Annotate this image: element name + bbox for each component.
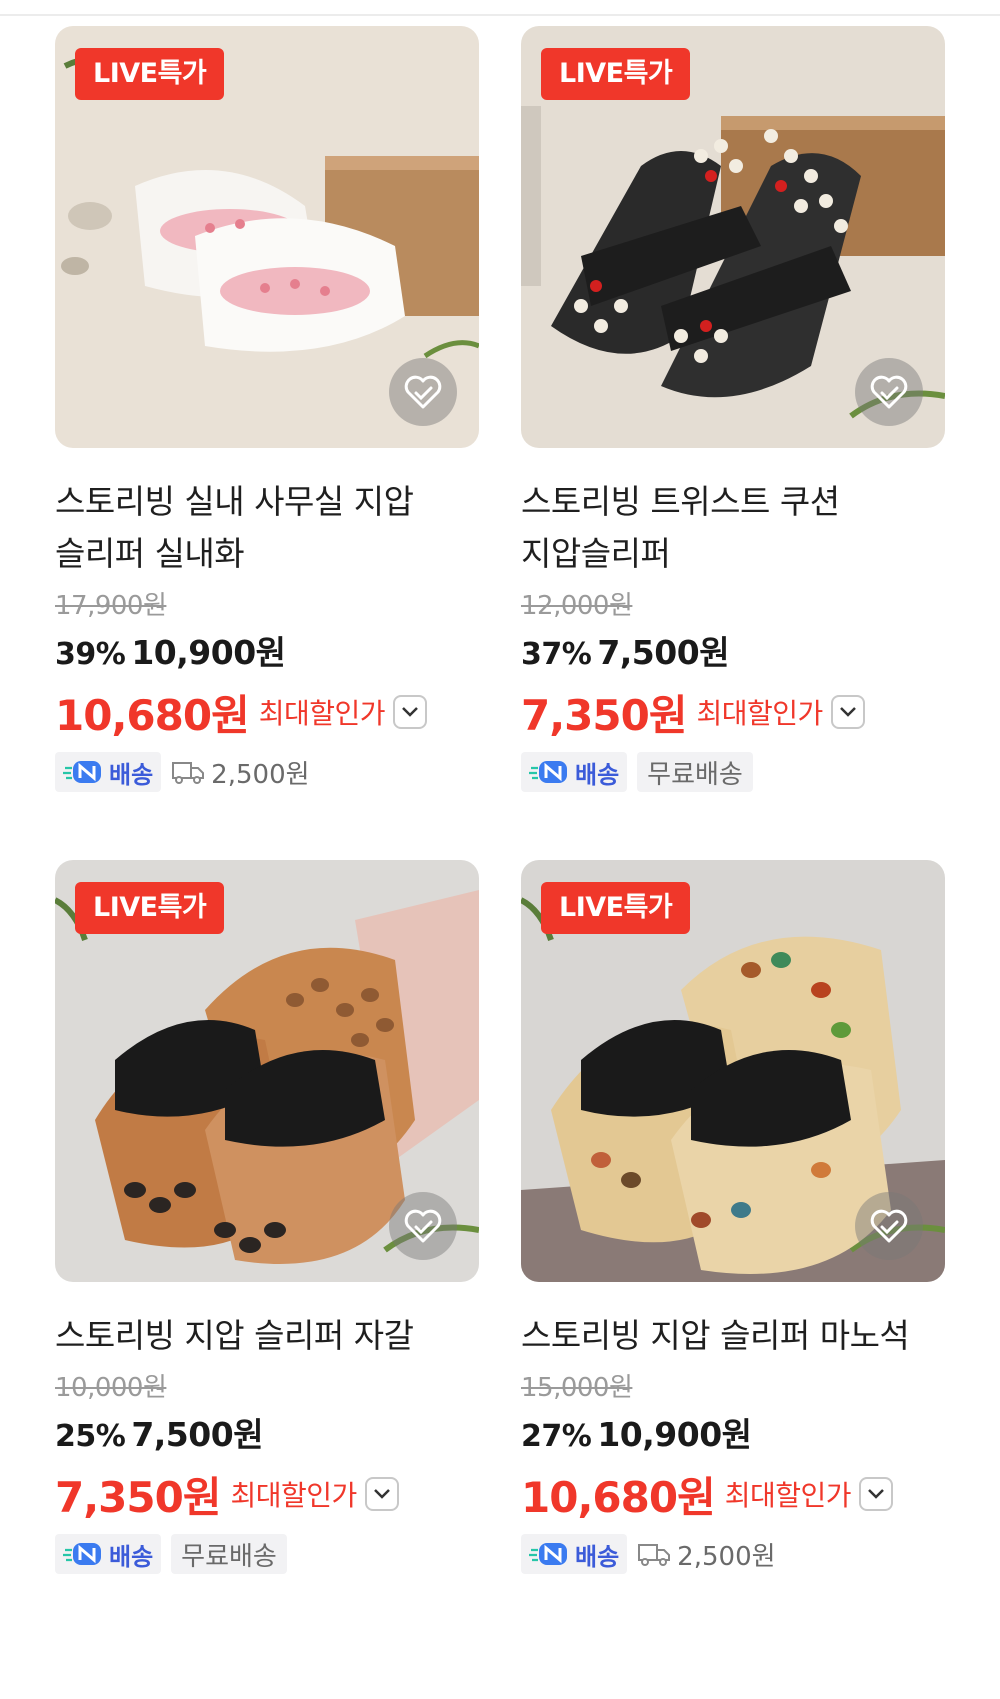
shipping-line: 배송 2,500원	[521, 1534, 945, 1574]
shipping-fee: 무료배송	[637, 752, 753, 792]
chevron-down-icon	[868, 1489, 884, 1499]
max-discount-toggle[interactable]	[859, 1477, 894, 1511]
sale-price-line: 37% 7,500원	[521, 630, 945, 678]
max-discount-label: 최대할인가	[724, 1479, 852, 1512]
product-grid: LIVE특가 스토리빙 실내 사무실 지압 슬리퍼 실내화 17,900원 39…	[55, 26, 945, 1574]
heart-check-icon	[404, 1209, 442, 1243]
product-title[interactable]: 스토리빙 지압 슬리퍼 마노석	[521, 1310, 945, 1362]
n-delivery-icon	[529, 761, 567, 783]
discount-rate: 27%	[521, 1419, 592, 1454]
product-card[interactable]: LIVE특가 스토리빙 지압 슬리퍼 마노석 15,000원 27% 10,900…	[521, 860, 945, 1574]
heart-check-icon	[870, 1209, 908, 1243]
product-image[interactable]: LIVE특가	[55, 860, 479, 1282]
n-delivery-label: 배송	[575, 760, 620, 789]
product-card[interactable]: LIVE특가 스토리빙 지압 슬리퍼 자갈 10,000원 25% 7,500원 …	[55, 860, 479, 1574]
n-delivery-label: 배송	[109, 760, 154, 789]
shipping-fee-value: 2,500원	[677, 1541, 776, 1572]
n-delivery-label: 배송	[575, 1542, 620, 1571]
n-delivery-badge: 배송	[521, 752, 628, 792]
max-discount-label: 최대할인가	[230, 1479, 358, 1512]
n-delivery-label: 배송	[109, 1542, 154, 1571]
live-deal-badge: LIVE특가	[541, 882, 691, 934]
n-delivery-badge: 배송	[55, 1534, 162, 1574]
product-image[interactable]: LIVE특가	[521, 26, 945, 448]
n-delivery-icon	[529, 1543, 567, 1565]
product-card[interactable]: LIVE특가 스토리빙 실내 사무실 지압 슬리퍼 실내화 17,900원 39…	[55, 26, 479, 792]
n-delivery-badge: 배송	[521, 1534, 628, 1574]
max-discount-price: 7,350원	[55, 1472, 221, 1522]
zzim-button[interactable]	[389, 1192, 457, 1260]
max-discount-label: 최대할인가	[696, 697, 824, 730]
discount-rate: 37%	[521, 637, 592, 672]
max-discount-line: 7,350원 최대할인가	[55, 1466, 479, 1522]
original-price: 12,000원	[521, 591, 633, 621]
max-discount-toggle[interactable]	[364, 1477, 399, 1511]
sale-price-line: 25% 7,500원	[55, 1412, 479, 1460]
shipping-line: 배송 무료배송	[55, 1534, 479, 1574]
live-deal-badge: LIVE특가	[75, 882, 225, 934]
sale-price: 7,500원	[597, 633, 730, 672]
shipping-fee: 2,500원	[637, 1534, 776, 1574]
max-discount-line: 10,680원 최대할인가	[55, 684, 479, 740]
product-card[interactable]: LIVE특가 스토리빙 트위스트 쿠션 지압슬리퍼 12,000원 37% 7,5…	[521, 26, 945, 792]
original-price: 17,900원	[55, 591, 167, 621]
zzim-button[interactable]	[389, 358, 457, 426]
shipping-fee: 2,500원	[171, 752, 310, 792]
max-discount-price: 10,680원	[55, 690, 250, 740]
max-discount-toggle[interactable]	[830, 695, 865, 729]
n-delivery-icon	[63, 1543, 101, 1565]
original-price: 10,000원	[55, 1373, 167, 1403]
shipping-fee-value: 2,500원	[211, 759, 310, 790]
max-discount-price: 7,350원	[521, 690, 687, 740]
product-title[interactable]: 스토리빙 트위스트 쿠션 지압슬리퍼	[521, 476, 945, 580]
zzim-button[interactable]	[855, 1192, 923, 1260]
chevron-down-icon	[402, 707, 418, 717]
max-discount-price: 10,680원	[521, 1472, 716, 1522]
shipping-fee-value: 무료배송	[181, 1541, 277, 1572]
shipping-fee-value: 무료배송	[647, 759, 743, 790]
zzim-button[interactable]	[855, 358, 923, 426]
product-title[interactable]: 스토리빙 실내 사무실 지압 슬리퍼 실내화	[55, 476, 479, 580]
top-divider	[0, 14, 1000, 16]
sale-price: 10,900원	[131, 633, 286, 672]
max-discount-label: 최대할인가	[258, 697, 386, 730]
live-deal-badge: LIVE특가	[75, 48, 225, 100]
truck-icon	[172, 762, 205, 784]
max-discount-line: 7,350원 최대할인가	[521, 684, 945, 740]
product-image[interactable]: LIVE특가	[521, 860, 945, 1282]
heart-check-icon	[404, 375, 442, 409]
product-title[interactable]: 스토리빙 지압 슬리퍼 자갈	[55, 1310, 479, 1362]
shipping-fee: 무료배송	[171, 1534, 287, 1574]
product-image[interactable]: LIVE특가	[55, 26, 479, 448]
heart-check-icon	[870, 375, 908, 409]
truck-icon	[638, 1544, 671, 1566]
sale-price-line: 39% 10,900원	[55, 630, 479, 678]
sale-price: 7,500원	[131, 1415, 264, 1454]
shipping-line: 배송 2,500원	[55, 752, 479, 792]
live-deal-badge: LIVE특가	[541, 48, 691, 100]
n-delivery-badge: 배송	[55, 752, 162, 792]
chevron-down-icon	[839, 707, 856, 717]
sale-price: 10,900원	[597, 1415, 752, 1454]
sale-price-line: 27% 10,900원	[521, 1412, 945, 1460]
discount-rate: 39%	[55, 637, 126, 672]
shipping-line: 배송 무료배송	[521, 752, 945, 792]
chevron-down-icon	[373, 1489, 390, 1499]
original-price: 15,000원	[521, 1373, 633, 1403]
max-discount-toggle[interactable]	[393, 695, 428, 729]
max-discount-line: 10,680원 최대할인가	[521, 1466, 945, 1522]
n-delivery-icon	[63, 761, 101, 783]
discount-rate: 25%	[55, 1419, 126, 1454]
